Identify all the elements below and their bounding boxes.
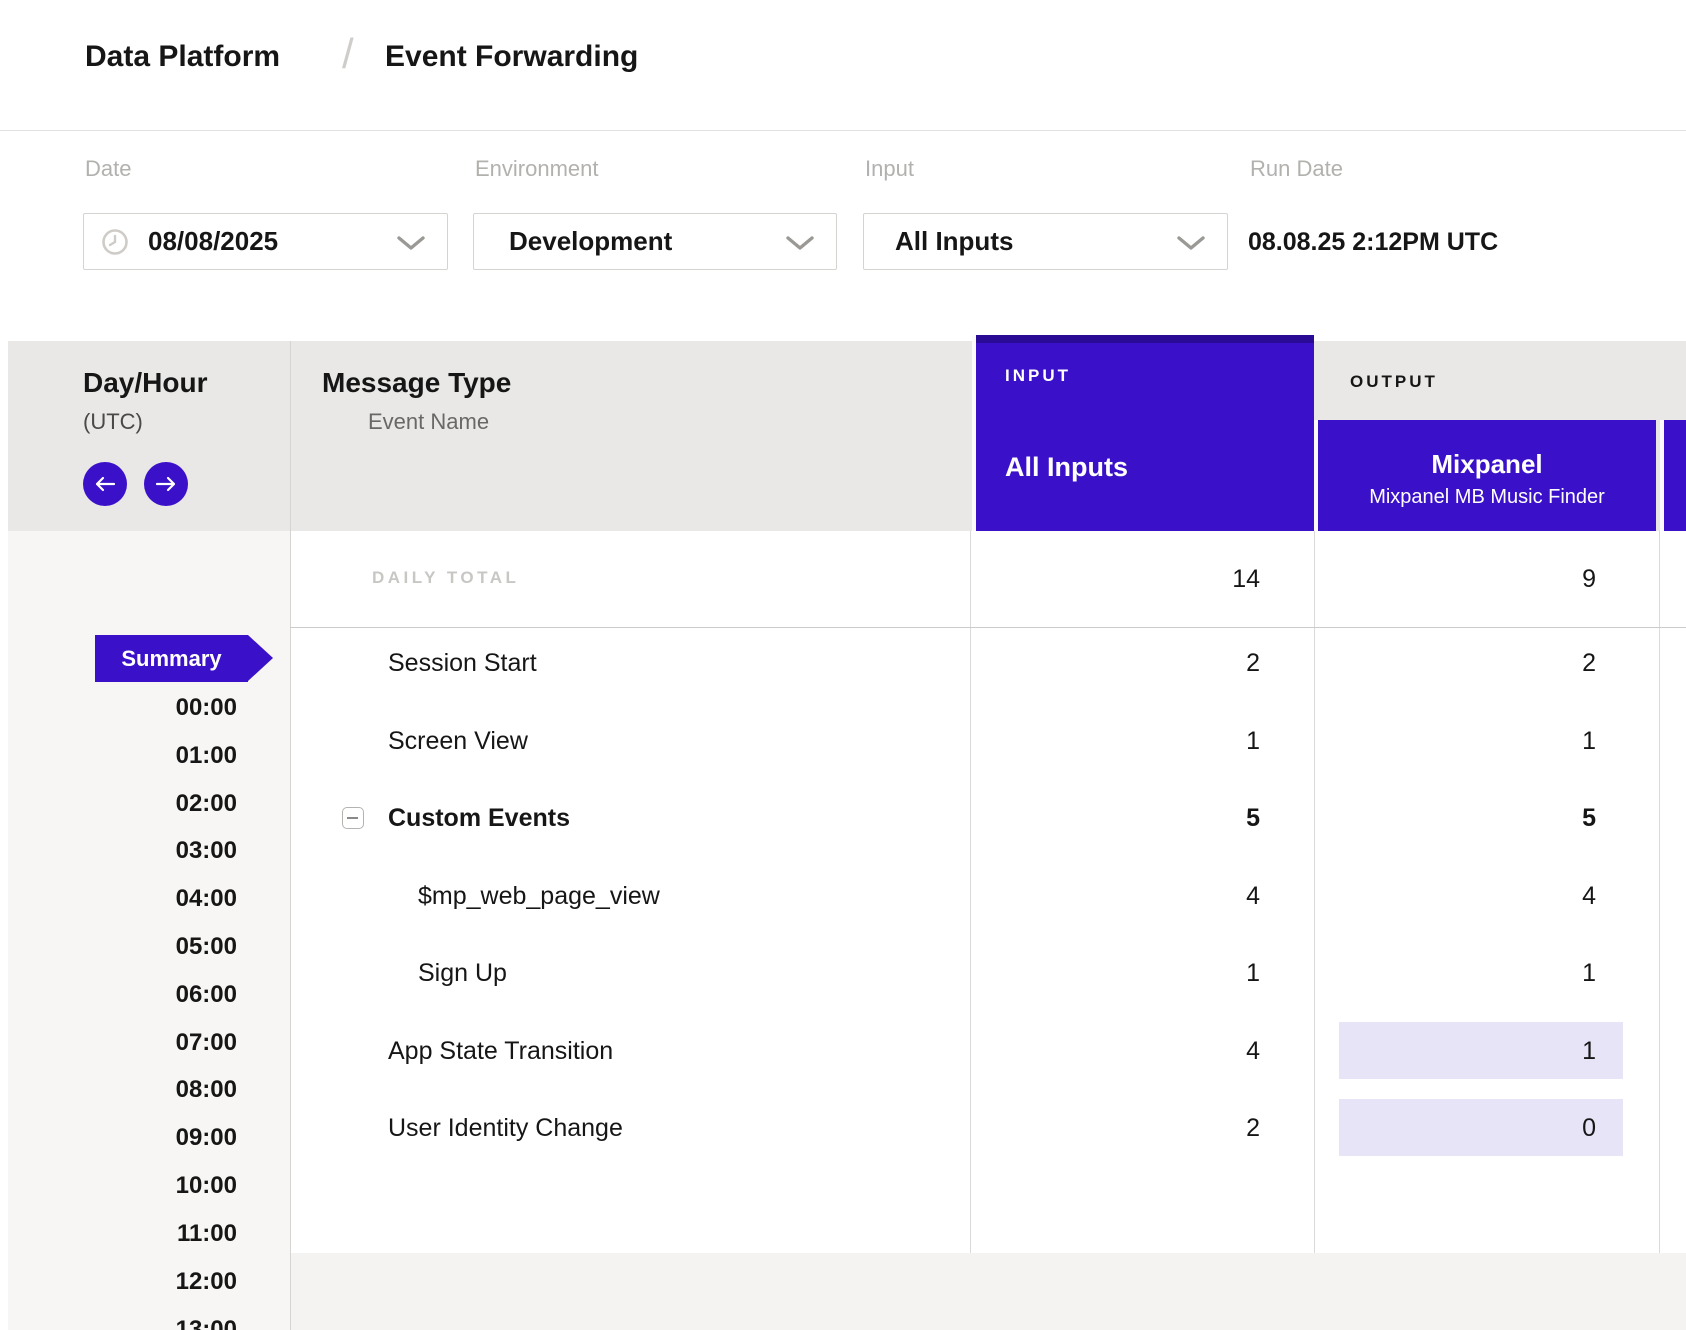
breadcrumb-parent[interactable]: Data Platform: [85, 39, 280, 75]
table-row: Sign Up 1 1: [0, 934, 1686, 1012]
run-date-value: 08.08.25 2:12PM UTC: [1248, 227, 1498, 257]
clock-icon: [101, 228, 129, 256]
collapse-icon[interactable]: [342, 807, 364, 829]
hour-row-11[interactable]: 11:00: [60, 1219, 237, 1249]
input-value: All Inputs: [895, 214, 1013, 269]
input-count: 5: [972, 779, 1260, 857]
input-count: 2: [972, 1089, 1260, 1167]
table-row: Session Start 2 2: [0, 624, 1686, 702]
output-count: 1: [1318, 1012, 1596, 1090]
output-count: 1: [1318, 702, 1596, 780]
minus-glyph: [347, 817, 358, 819]
header-divider: [0, 130, 1686, 131]
event-name: Sign Up: [418, 934, 507, 1012]
table-footer-area: [290, 1253, 1686, 1330]
event-name: $mp_web_page_view: [418, 857, 660, 935]
input-count: 2: [972, 624, 1260, 702]
breadcrumb-separator: /: [342, 33, 354, 75]
output-count: 2: [1318, 624, 1596, 702]
chevron-down-icon: [1177, 236, 1205, 250]
output-count: 4: [1318, 857, 1596, 935]
chevron-down-icon: [786, 236, 814, 250]
event-name: App State Transition: [388, 1012, 613, 1090]
table-row: $mp_web_page_view 4 4: [0, 857, 1686, 935]
input-count: 4: [972, 1012, 1260, 1090]
input-column-header[interactable]: INPUT All Inputs: [972, 335, 1314, 531]
output-column-subtitle: Mixpanel MB Music Finder: [1318, 485, 1656, 509]
table-row: App State Transition 4 1: [0, 1012, 1686, 1090]
arrow-left-icon: [94, 476, 116, 492]
daily-total-input-value: 14: [972, 565, 1260, 594]
previous-day-button[interactable]: [83, 462, 127, 506]
hour-row-12[interactable]: 12:00: [60, 1267, 237, 1297]
daily-total-output-value: 9: [1318, 565, 1596, 594]
page-title: Event Forwarding: [385, 39, 638, 75]
input-section-label: INPUT: [1005, 366, 1071, 386]
input-count: 4: [972, 857, 1260, 935]
input-label: Input: [865, 156, 914, 182]
output-count: 1: [1318, 934, 1596, 1012]
output-column-name: Mixpanel: [1318, 449, 1656, 479]
environment-value: Development: [509, 214, 672, 269]
event-name: Screen View: [388, 702, 528, 780]
hour-row-13[interactable]: 13:00: [60, 1315, 237, 1330]
input-count: 1: [972, 934, 1260, 1012]
message-type-header: Message Type: [322, 367, 511, 399]
arrow-right-icon: [155, 476, 177, 492]
day-hour-header: Day/Hour: [83, 367, 207, 399]
date-value: 08/08/2025: [148, 214, 278, 269]
output-column-header-mixpanel[interactable]: Mixpanel Mixpanel MB Music Finder: [1314, 420, 1656, 531]
date-label: Date: [85, 156, 131, 182]
table-row-custom-events: Custom Events 5 5: [0, 779, 1686, 857]
event-name: Custom Events: [388, 779, 570, 857]
date-select[interactable]: 08/08/2025: [83, 213, 448, 270]
table-row: User Identity Change 2 0: [0, 1089, 1686, 1167]
selected-column-indicator: [976, 335, 1314, 343]
input-column-name: All Inputs: [1005, 452, 1128, 483]
run-date-label: Run Date: [1250, 156, 1343, 182]
event-forwarding-page: Data Platform / Event Forwarding Date En…: [0, 0, 1686, 1330]
chevron-down-icon: [397, 236, 425, 250]
event-name-subtitle: Event Name: [368, 409, 489, 435]
table-row: Screen View 1 1: [0, 702, 1686, 780]
input-select[interactable]: All Inputs: [863, 213, 1228, 270]
output-count: 5: [1318, 779, 1596, 857]
hour-row-10[interactable]: 10:00: [60, 1171, 237, 1201]
next-day-button[interactable]: [144, 462, 188, 506]
output-section-label: OUTPUT: [1350, 372, 1438, 392]
output-column-header-partial[interactable]: [1660, 420, 1686, 531]
output-count: 0: [1318, 1089, 1596, 1167]
daily-total-label: DAILY TOTAL: [372, 568, 519, 588]
event-name: User Identity Change: [388, 1089, 623, 1167]
utc-subtitle: (UTC): [83, 409, 143, 435]
environment-select[interactable]: Development: [473, 213, 837, 270]
event-name: Session Start: [388, 624, 537, 702]
input-count: 1: [972, 702, 1260, 780]
environment-label: Environment: [475, 156, 599, 182]
